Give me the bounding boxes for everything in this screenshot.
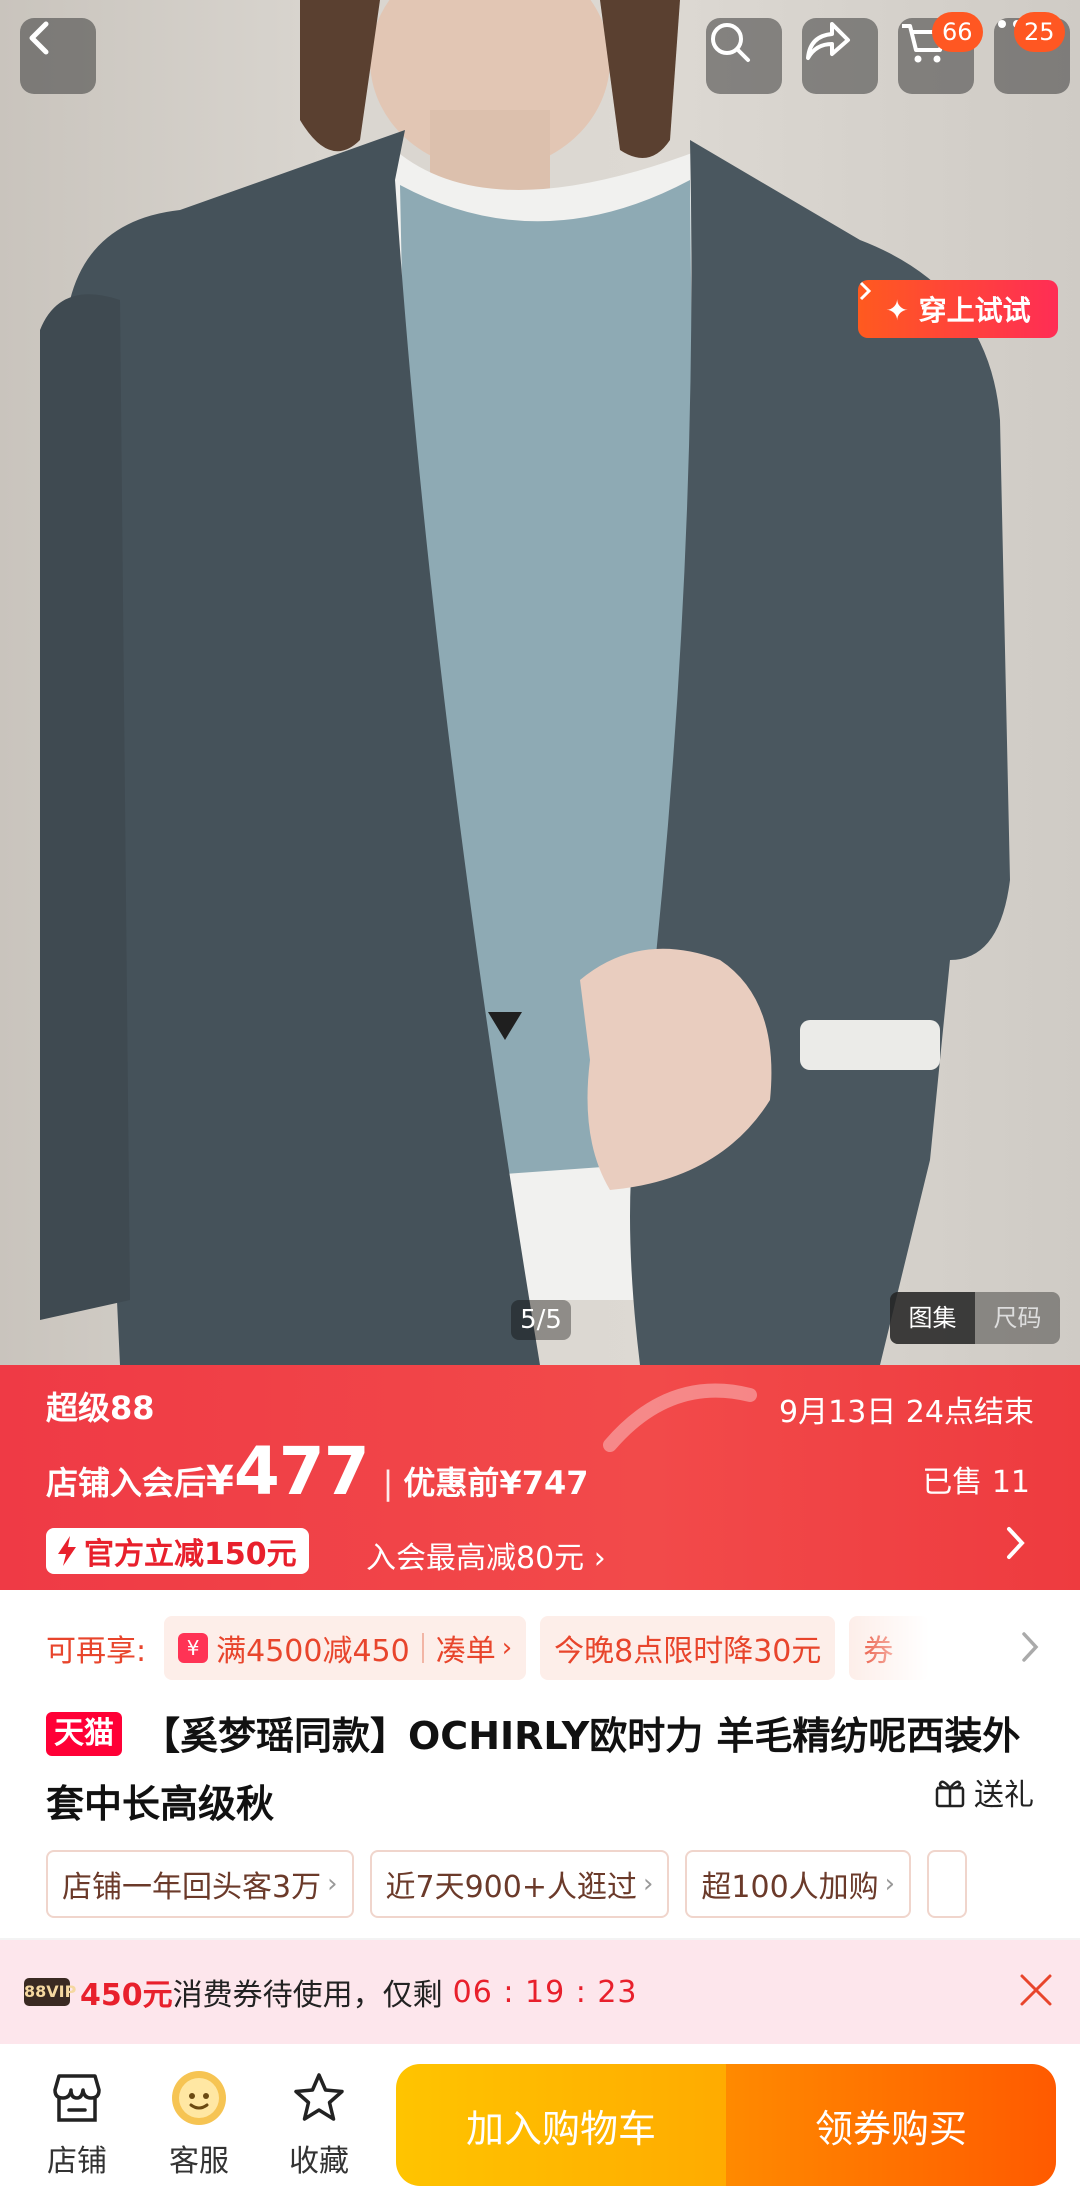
tag-arrow: ›	[327, 1869, 338, 1899]
chevron-right-icon	[859, 281, 872, 301]
add-to-cart-count-tag[interactable]: 超100人加购 ›	[685, 1850, 912, 1918]
back-button[interactable]	[20, 18, 96, 94]
star-icon	[294, 2073, 344, 2121]
event-name: 超级88	[46, 1389, 155, 1427]
promo-banner[interactable]: 超级88 9月13日 24点结束 店铺入会后 ¥ 477 | 优惠前¥747 已…	[0, 1365, 1080, 1590]
repeat-customers-tag[interactable]: 店铺一年回头客3万 ›	[46, 1850, 354, 1918]
coupon-amount: 450元	[80, 1978, 173, 2013]
store-icon	[53, 2074, 101, 2122]
swoosh-decoration	[603, 1383, 757, 1452]
get-coupon-buy-button[interactable]: 领券购买	[726, 2064, 1056, 2186]
cart-count-badge: 66	[932, 12, 983, 52]
favorite-label: 收藏	[289, 2144, 349, 2179]
coupon-reminder-bar[interactable]: 88VIP 450元 消费券待使用，仅剩 06 : 19 : 23	[0, 1940, 1080, 2044]
tab-gallery[interactable]: 图集	[890, 1292, 975, 1344]
customer-service-icon	[172, 2071, 226, 2125]
image-counter: 5/5	[511, 1300, 571, 1340]
try-on-label: ✦ 穿上试试	[885, 294, 1031, 327]
search-button[interactable]	[706, 18, 782, 94]
bundle-chevron: ›	[501, 1633, 513, 1663]
tag-arrow: ›	[884, 1869, 896, 1899]
chevron-left-icon	[29, 21, 49, 55]
chip-divider	[421, 1633, 424, 1663]
threshold-coupon-chip[interactable]: ¥ 满4500减450 凑单 ›	[164, 1616, 527, 1680]
cart-button[interactable]: 66	[898, 12, 983, 94]
message-count-badge: 25	[1014, 12, 1065, 52]
close-icon[interactable]	[1016, 1970, 1056, 2010]
benefits-label: 可再享:	[46, 1634, 147, 1669]
more-tag[interactable]	[927, 1850, 968, 1918]
more-coupon-text: 券	[863, 1634, 894, 1669]
member-discount-chevron: ›	[593, 1541, 606, 1576]
customer-service-button[interactable]: 客服	[144, 2068, 254, 2180]
sold-count: 已售 11	[922, 1465, 1030, 1500]
tag-label: 近7天900+人逛过	[385, 1870, 637, 1905]
bottom-action-bar: 店铺 客服 收藏 加入购物车 领券购买	[0, 2044, 1080, 2202]
customer-service-label: 客服	[169, 2144, 229, 2179]
official-discount-badge: 官方立减150元	[46, 1528, 309, 1574]
shop-button[interactable]: 店铺	[22, 2068, 132, 2180]
product-title: 【奚梦瑶同款】OCHIRLY欧时力 羊毛精纺呢西装外套中长高级秋	[46, 1714, 1021, 1826]
lightning-icon	[58, 1536, 76, 1566]
original-price: 优惠前¥747	[403, 1464, 589, 1502]
member-price: 477	[233, 1433, 370, 1510]
chevron-right-icon[interactable]	[1004, 1525, 1028, 1561]
product-photo	[40, 0, 1010, 1365]
try-on-button[interactable]: ✦ 穿上试试	[858, 280, 1058, 338]
tonight-discount-chip[interactable]: 今晚8点限时降30元	[540, 1616, 836, 1680]
currency-symbol: ¥	[206, 1458, 234, 1504]
gallery-view-toggle[interactable]: 图集 尺码	[890, 1292, 1060, 1344]
tag-arrow: ›	[642, 1869, 654, 1899]
coupon-countdown: 06 : 19 : 23	[452, 1974, 638, 2010]
price-row: 店铺入会后 ¥ 477 | 优惠前¥747	[46, 1433, 589, 1510]
coupon-text: 消费券待使用，仅剩	[172, 1978, 443, 2013]
bundle-text: 凑单	[435, 1634, 496, 1669]
product-title-block: 天猫 【奚梦瑶同款】OCHIRLY欧时力 羊毛精纺呢西装外套中长高级秋	[46, 1702, 1046, 1838]
member-discount-text: 入会最高减80元	[366, 1541, 585, 1576]
share-button[interactable]	[802, 18, 878, 94]
extra-benefits-row[interactable]: 可再享: ¥ 满4500减450 凑单 › 今晚8点限时降30元 券	[46, 1616, 943, 1680]
social-proof-tags[interactable]: 店铺一年回头客3万 › 近7天900+人逛过 › 超100人加购 ›	[46, 1850, 983, 1918]
event-end-time: 9月13日 24点结束	[779, 1395, 1034, 1430]
add-to-cart-button[interactable]: 加入购物车	[396, 2064, 726, 2186]
chevron-right-icon[interactable]	[1020, 1630, 1040, 1664]
tag-label: 店铺一年回头客3万	[62, 1870, 322, 1905]
search-icon	[711, 23, 750, 62]
88vip-badge: 88VIP	[24, 1978, 76, 2006]
tab-size[interactable]: 尺码	[975, 1292, 1060, 1344]
price-prefix: 店铺入会后	[46, 1464, 207, 1502]
member-discount-link[interactable]: 入会最高减80元 ›	[366, 1533, 606, 1577]
more-button[interactable]: 25	[994, 12, 1070, 94]
shop-label: 店铺	[47, 2144, 107, 2179]
official-discount-text: 官方立减150元	[84, 1537, 297, 1572]
tag-label: 超100人加购	[701, 1870, 879, 1905]
recent-visitors-tag[interactable]: 近7天900+人逛过 ›	[369, 1850, 670, 1918]
share-icon	[806, 22, 850, 60]
product-gallery[interactable]: 66 25 ✦ 穿上试试 5/5 图集 尺码	[0, 0, 1080, 1365]
threshold-text: 满4500减450	[216, 1634, 410, 1669]
favorite-button[interactable]: 收藏	[264, 2068, 374, 2180]
tonight-discount-text: 今晚8点限时降30元	[554, 1634, 822, 1669]
tmall-badge: 天猫	[46, 1712, 122, 1756]
gift-icon	[935, 1780, 965, 1808]
price-separator: |	[382, 1464, 394, 1502]
more-coupon-chip[interactable]: 券	[849, 1616, 930, 1680]
product-info-card: 可再享: ¥ 满4500减450 凑单 › 今晚8点限时降30元 券 天猫 【奚梦…	[0, 1590, 1080, 1938]
gift-label: 送礼	[974, 1778, 1034, 1813]
gift-button[interactable]: 送礼	[934, 1770, 1034, 1814]
coupon-icon: ¥	[178, 1633, 209, 1663]
